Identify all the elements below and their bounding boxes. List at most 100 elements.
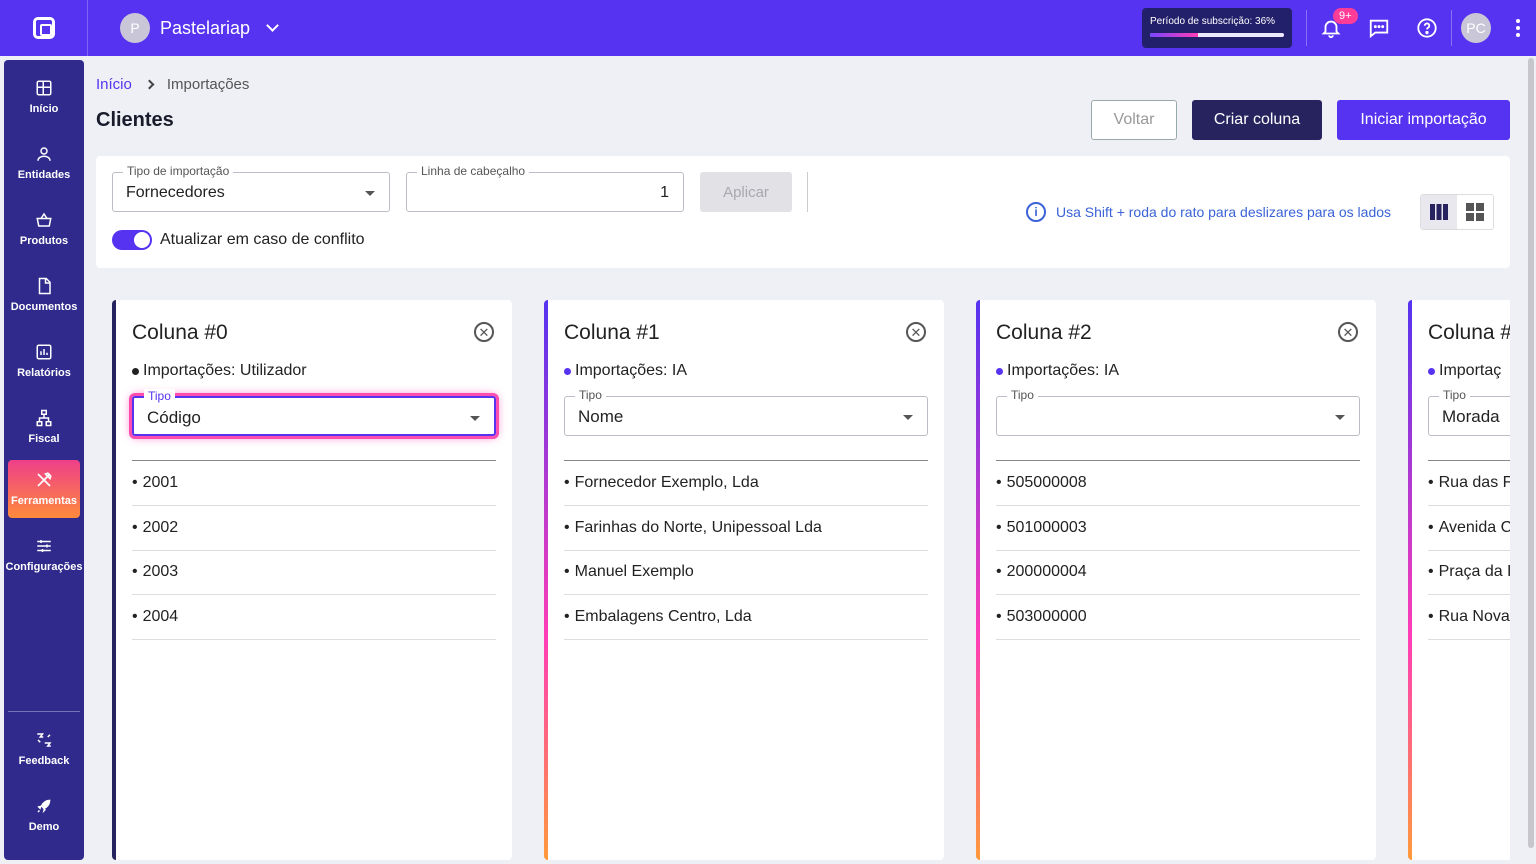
list-item: • 2001 [132, 461, 496, 506]
list-item: • 505000008 [996, 461, 1360, 506]
sidebar-item-ferramentas[interactable]: Ferramentas [8, 460, 80, 518]
column-accent-bar [1408, 300, 1412, 860]
sidebar-item-feedback[interactable]: Feedback [8, 720, 80, 778]
column-import-source: Importações: Utilizador [132, 362, 307, 380]
import-source-text: Importações: IA [1007, 362, 1120, 379]
list-item: • 2002 [132, 506, 496, 551]
user-avatar: PC [1461, 13, 1491, 43]
more-options-button[interactable] [1500, 0, 1536, 56]
sidebar-item-label: Início [29, 103, 59, 115]
sidebar-item-entidades[interactable]: Entidades [8, 134, 80, 192]
sidebar-item-demo[interactable]: Demo [8, 786, 80, 844]
import-type-select[interactable]: Tipo de importação Fornecedores [112, 164, 390, 212]
column-card: Coluna #2 ✕ Importações: IA Tipo • 505000… [976, 300, 1376, 860]
column-accent-bar [976, 300, 980, 860]
sidebar-item-label: Demo [28, 821, 60, 833]
column-type-select[interactable]: Tipo [996, 388, 1360, 436]
cell-value: 2002 [142, 519, 179, 536]
import-source-text: Importações: Utilizador [143, 362, 307, 379]
sidebar-item-inicio[interactable]: Início [8, 68, 80, 126]
sidebar-item-label: Ferramentas [10, 495, 78, 507]
app-logo[interactable] [0, 0, 88, 56]
top-bar: P Pastelariap Período de subscrição: 36%… [0, 0, 1536, 56]
column-import-source: Importaç [1428, 362, 1501, 380]
document-icon [38, 277, 51, 295]
column-type-select[interactable]: Tipo Nome [564, 388, 928, 436]
column-title: Coluna # [1428, 321, 1510, 344]
header-line-value: 1 [660, 184, 669, 201]
create-column-button[interactable]: Criar coluna [1192, 100, 1322, 140]
conflict-toggle-label: Atualizar em caso de conflito [160, 231, 365, 248]
toggle-knob [134, 232, 150, 248]
remove-column-button[interactable]: ✕ [1338, 322, 1358, 342]
list-item: • Fornecedor Exemplo, Lda [564, 461, 928, 506]
cell-value: Praça da F [1438, 563, 1510, 580]
logo-icon [32, 17, 55, 39]
dropdown-arrow-icon [903, 415, 913, 420]
sidebar-item-documentos[interactable]: Documentos [8, 266, 80, 324]
sidebar-item-configuracoes[interactable]: Configurações [5, 526, 83, 584]
start-import-button[interactable]: Iniciar importação [1337, 100, 1510, 140]
column-card: Coluna #0 ✕ Importações: Utilizador Tipo… [112, 300, 512, 860]
column-card: Coluna # Importaç Tipo Morada • Rua das F… [1408, 300, 1510, 860]
scroll-hint-text: Usa Shift + roda do rato para deslizares… [1056, 204, 1392, 220]
sidebar-item-label: Produtos [19, 235, 69, 247]
page-scrollbar[interactable] [1526, 56, 1536, 864]
columns-view-button[interactable] [1421, 195, 1457, 229]
column-type-select[interactable]: Tipo Código [132, 389, 496, 436]
list-item: • 200000004 [996, 550, 1360, 595]
sidebar-item-relatorios[interactable]: Relatórios [8, 332, 80, 390]
cell-value: 505000008 [1006, 474, 1087, 491]
grid-view-button[interactable] [1457, 195, 1493, 229]
panel-divider [807, 172, 808, 212]
notifications-button[interactable]: 9+ [1307, 0, 1358, 56]
list-item: • 501000003 [996, 506, 1360, 551]
rocket-icon [37, 799, 51, 814]
subscription-label: Período de subscrição: 36% [1150, 16, 1276, 27]
cell-value: Rua Nova [1438, 608, 1510, 625]
column-type-select[interactable]: Tipo Morada [1428, 388, 1510, 436]
messages-button[interactable] [1355, 0, 1403, 56]
user-icon [37, 147, 51, 161]
sidebar-item-label: Configurações [5, 561, 83, 573]
cell-value: Avenida C [1438, 519, 1510, 536]
sidebar-item-fiscal[interactable]: Fiscal [8, 398, 80, 456]
cell-value: Farinhas do Norte, Unipessoal Lda [574, 519, 822, 536]
subscription-progress[interactable]: Período de subscrição: 36% [1142, 8, 1292, 48]
apply-button[interactable]: Aplicar [700, 172, 792, 212]
tools-icon [37, 472, 52, 487]
cell-value: Embalagens Centro, Lda [574, 608, 752, 625]
column-mapping-area[interactable]: Coluna #0 ✕ Importações: Utilizador Tipo… [112, 300, 1510, 860]
breadcrumb-home-link[interactable]: Início [96, 76, 132, 93]
header-line-input[interactable]: Linha de cabeçalho 1 [406, 164, 684, 212]
notifications-badge: 9+ [1333, 8, 1358, 24]
conflict-toggle[interactable] [112, 230, 152, 250]
cell-value: Manuel Exemplo [574, 563, 694, 580]
sidebar-item-label: Relatórios [17, 367, 71, 379]
company-switcher[interactable]: P Pastelariap [120, 13, 279, 43]
feedback-icon [37, 733, 52, 747]
view-toggle [1420, 194, 1494, 230]
sidebar-divider [8, 711, 80, 712]
cell-value: 501000003 [1006, 519, 1087, 536]
cell-value: Rua das F [1438, 474, 1510, 491]
column-title: Coluna #2 [996, 321, 1092, 344]
user-menu-button[interactable]: PC [1452, 0, 1500, 56]
sidebar-item-label: Fiscal [28, 433, 60, 445]
back-button[interactable]: Voltar [1091, 100, 1177, 140]
breadcrumb: Início Importações [96, 76, 249, 93]
remove-column-button[interactable]: ✕ [906, 322, 926, 342]
help-button[interactable] [1403, 0, 1451, 56]
column-title: Coluna #1 [564, 321, 660, 344]
cell-value: Fornecedor Exemplo, Lda [574, 474, 759, 491]
cell-value: 2003 [142, 563, 179, 580]
sidebar-item-produtos[interactable]: Produtos [8, 200, 80, 258]
home-icon [36, 80, 52, 96]
scrollbar-thumb[interactable] [1528, 58, 1534, 848]
cell-value: 503000000 [1006, 608, 1087, 625]
status-dot [132, 367, 139, 375]
breadcrumb-current: Importações [166, 76, 250, 93]
info-icon: i [1026, 202, 1046, 222]
remove-column-button[interactable]: ✕ [474, 322, 494, 342]
cell-value: 200000004 [1006, 563, 1087, 580]
